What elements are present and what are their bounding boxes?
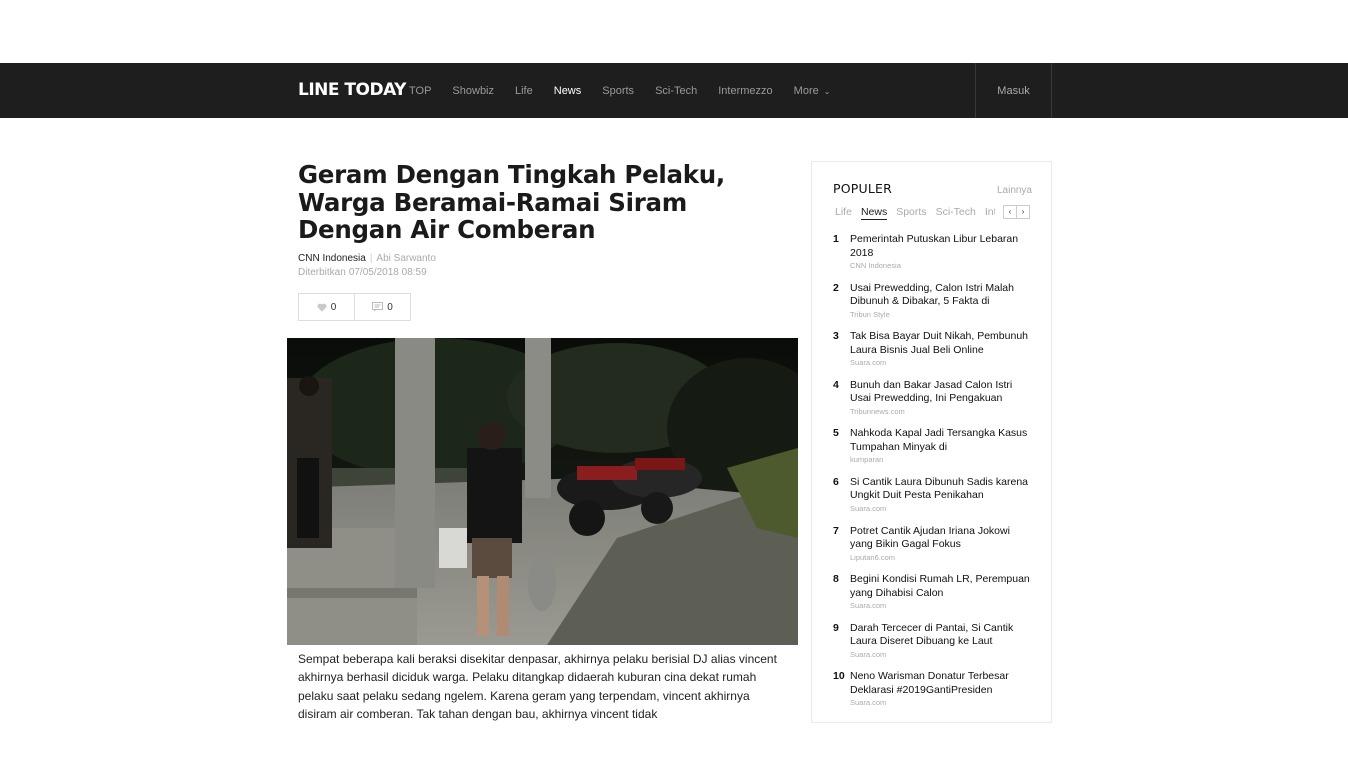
popular-source: Suara.com <box>850 358 887 368</box>
popular-rank: 9 <box>833 621 839 634</box>
popular-source: Tribunnews.com <box>850 406 905 416</box>
article-actions: 0 0 <box>298 293 411 321</box>
popular-source: Liputan6.com <box>850 552 896 562</box>
published-date: 07/05/2018 08:59 <box>348 267 427 278</box>
popular-headline: Begini Kondisi Rumah LR, Perempuan yang … <box>850 573 1030 599</box>
popular-rank: 8 <box>833 573 839 586</box>
nav-item-life[interactable]: Life <box>515 85 533 97</box>
popular-item[interactable]: 2 Usai Prewedding, Calon Istri Malah Dibu… <box>833 282 1033 331</box>
nav-item-news[interactable]: News <box>554 85 582 97</box>
popular-item[interactable]: 1 Pemerintah Putuskan Libur Lebaran 2018 C… <box>833 233 1033 282</box>
popular-tab-news[interactable]: News <box>860 206 888 220</box>
popular-item[interactable]: 5 Nahkoda Kapal Jadi Tersangka Kasus Tump… <box>833 427 1033 476</box>
popular-source: Tribun Style <box>850 309 890 319</box>
popular-headline: Bunuh dan Bakar Jasad Calon Istri Usai P… <box>850 378 1013 405</box>
like-count: 0 <box>330 301 337 313</box>
popular-source: kumparan <box>850 455 884 465</box>
popular-rank: 3 <box>833 330 839 343</box>
popular-rank: 10 <box>833 670 845 683</box>
popular-source: Suara.com <box>850 698 887 708</box>
popular-source: Suara.com <box>850 503 887 513</box>
popular-tab-intermezzo[interactable]: Intermezzo <box>985 206 995 220</box>
popular-source: CNN Indonesia <box>850 261 901 270</box>
line-today-logo[interactable]: LINE TODAY <box>298 80 406 100</box>
comment-button[interactable]: 0 <box>354 294 410 320</box>
popular-rank: 1 <box>833 233 839 245</box>
chevron-right-icon[interactable]: › <box>1017 205 1030 219</box>
main-nav: TOP Showbiz Life News Sports Sci-Tech In… <box>409 63 851 118</box>
chevron-down-icon: ⌄ <box>823 86 831 96</box>
popular-more-link[interactable]: Lainnya <box>997 185 1032 196</box>
login-button[interactable]: Masuk <box>975 63 1052 118</box>
comment-count: 0 <box>387 301 393 313</box>
popular-tab-sports[interactable]: Sports <box>896 206 926 220</box>
popular-item[interactable]: 4 Bunuh dan Bakar Jasad Calon Istri Usai … <box>833 379 1033 428</box>
popular-headline: Neno Warisman Donatur Terbesar Deklarasi… <box>850 670 1009 696</box>
popular-tab-sci-tech[interactable]: Sci-Tech <box>936 206 976 220</box>
popular-item[interactable]: 7 Potret Cantik Ajudan Iriana Jokowi yang… <box>833 525 1033 574</box>
popular-sidebar: POPULER Lainnya Life News Sports Sci-Tec… <box>811 161 1052 723</box>
popular-rank: 2 <box>833 281 839 294</box>
popular-source: Suara.com <box>850 649 887 659</box>
popular-headline: Potret Cantik Ajudan Iriana Jokowi yang … <box>850 524 1010 551</box>
popular-headline: Nahkoda Kapal Jadi Tersangka Kasus Tumpa… <box>850 427 1028 453</box>
article-hero-image <box>287 338 798 645</box>
chevron-left-icon[interactable]: ‹ <box>1003 205 1017 219</box>
popular-headline: Pemerintah Putuskan Libur Lebaran 2018 <box>850 233 1019 259</box>
nav-more-dropdown[interactable]: More ⌄ <box>794 85 831 97</box>
nav-item-top[interactable]: TOP <box>409 85 431 97</box>
popular-headline: Tak Bisa Bayar Duit Nikah, Pembunuh Laur… <box>850 330 1029 356</box>
nav-item-sci-tech[interactable]: Sci-Tech <box>655 85 697 97</box>
heart-icon <box>317 303 327 312</box>
popular-item[interactable]: 3 Tak Bisa Bayar Duit Nikah, Pembunuh Lau… <box>833 330 1033 379</box>
popular-source: Suara.com <box>850 601 887 611</box>
popular-title: POPULER <box>833 181 893 196</box>
popular-item[interactable]: 9 Darah Tercecer di Pantai, Si Cantik Lau… <box>833 622 1033 671</box>
comment-icon <box>372 302 384 312</box>
popular-rank: 5 <box>833 427 839 440</box>
more-label: More <box>793 84 819 97</box>
nav-item-sports[interactable]: Sports <box>602 85 634 97</box>
popular-headline: Darah Tercecer di Pantai, Si Cantik Laur… <box>850 621 1014 648</box>
nav-item-showbiz[interactable]: Showbiz <box>452 85 494 97</box>
popular-item[interactable]: 10 Neno Warisman Donatur Terbesar Deklara… <box>833 670 1033 719</box>
article-title: Geram Dengan Tingkah Pelaku, Warga Beram… <box>298 160 725 244</box>
popular-list: 1 Pemerintah Putuskan Libur Lebaran 2018 C… <box>833 233 1033 719</box>
popular-item[interactable]: 6 Si Cantik Laura Dibunuh Sadis karena Un… <box>833 476 1033 525</box>
article-source[interactable]: CNN Indonesia <box>298 253 366 264</box>
like-button[interactable]: 0 <box>299 294 354 320</box>
popular-rank: 4 <box>833 378 839 391</box>
popular-rank: 6 <box>833 475 839 488</box>
article-byline: CNN Indonesia | Abi Sarwanto <box>298 253 436 264</box>
top-navigation-bar: LINE TODAY TOP Showbiz Life News Sports … <box>0 63 1348 118</box>
popular-headline: Si Cantik Laura Dibunuh Sadis karena Ung… <box>850 475 1029 502</box>
article-published: Diterbitkan 07/05/2018 08:59 <box>298 267 427 278</box>
article-author: Abi Sarwanto <box>376 253 436 264</box>
popular-rank: 7 <box>833 524 839 537</box>
article-body: Sempat beberapa kali beraksi disekitar d… <box>298 652 777 721</box>
popular-tab-arrows: ‹ › <box>1003 205 1030 219</box>
popular-tab-life[interactable]: Life <box>835 206 852 220</box>
popular-headline: Usai Prewedding, Calon Istri Malah Dibun… <box>850 281 1014 308</box>
nav-item-intermezzo[interactable]: Intermezzo <box>718 85 772 97</box>
byline-separator: | <box>369 253 373 264</box>
published-label: Diterbitkan <box>298 267 346 278</box>
popular-tabs: Life News Sports Sci-Tech Intermezzo <box>835 206 1004 220</box>
popular-item[interactable]: 8 Begini Kondisi Rumah LR, Perempuan yang… <box>833 573 1033 622</box>
